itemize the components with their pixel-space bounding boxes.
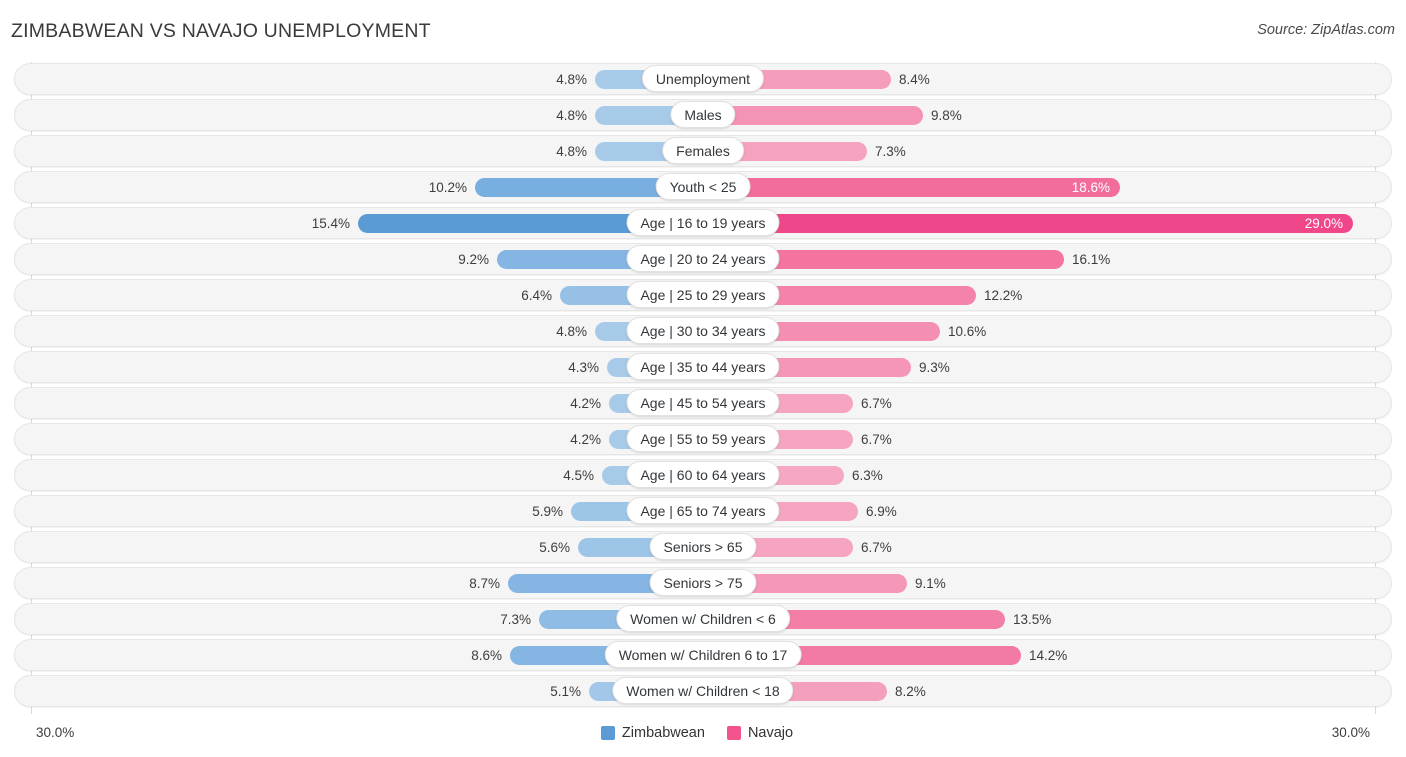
- legend-label: Navajo: [747, 725, 794, 741]
- chart-rows: 4.8% 8.4% Unemployment 4.8% 9.8% Males 4.8% 7.3…: [0, 61, 1406, 709]
- chart-row: 5.9% 6.9% Age | 65 to 74 years: [0, 493, 1406, 529]
- chart-row: 7.3% 13.5% Women w/ Children < 6: [0, 601, 1406, 637]
- value-label-zimbabwean: 7.3%: [500, 612, 531, 627]
- chart-row: 4.8% 7.3% Females: [0, 133, 1406, 169]
- chart-page: ZIMBABWEAN VS NAVAJO UNEMPLOYMENT Source…: [0, 0, 1406, 757]
- row-category-label: Seniors > 75: [649, 569, 757, 596]
- chart-row: 4.8% 10.6% Age | 30 to 34 years: [0, 313, 1406, 349]
- row-category-label: Males: [670, 101, 736, 128]
- legend-item[interactable]: Zimbabwean: [600, 725, 705, 741]
- value-label-navajo: 14.2%: [1029, 648, 1068, 663]
- value-label-zimbabwean: 4.5%: [563, 468, 594, 483]
- row-category-label: Women w/ Children 6 to 17: [604, 641, 802, 668]
- chart-legend: Zimbabwean Navajo: [0, 725, 1406, 741]
- chart-row: 4.2% 6.7% Age | 45 to 54 years: [0, 385, 1406, 421]
- row-category-label: Age | 20 to 24 years: [626, 245, 780, 272]
- value-label-zimbabwean: 8.7%: [469, 576, 500, 591]
- value-label-zimbabwean: 5.9%: [532, 504, 563, 519]
- chart-row: 4.2% 6.7% Age | 55 to 59 years: [0, 421, 1406, 457]
- chart-row: 8.6% 14.2% Women w/ Children 6 to 17: [0, 637, 1406, 673]
- value-label-navajo: 10.6%: [948, 324, 987, 339]
- page-title: ZIMBABWEAN VS NAVAJO UNEMPLOYMENT: [11, 20, 431, 42]
- value-label-navajo: 12.2%: [984, 288, 1023, 303]
- row-category-label: Age | 60 to 64 years: [626, 461, 780, 488]
- row-category-label: Youth < 25: [655, 173, 751, 200]
- row-category-label: Women w/ Children < 18: [612, 677, 794, 704]
- row-category-label: Age | 16 to 19 years: [626, 209, 780, 236]
- chart-footer: 30.0% 30.0% Zimbabwean Navajo: [0, 719, 1406, 757]
- value-label-navajo: 9.8%: [931, 108, 962, 123]
- row-category-label: Seniors > 65: [649, 533, 757, 560]
- row-category-label: Age | 65 to 74 years: [626, 497, 780, 524]
- row-category-label: Age | 35 to 44 years: [626, 353, 780, 380]
- value-label-zimbabwean: 6.4%: [521, 288, 552, 303]
- value-label-navajo: 9.1%: [915, 576, 946, 591]
- value-label-navajo: 8.2%: [895, 684, 926, 699]
- row-category-label: Women w/ Children < 6: [616, 605, 790, 632]
- chart-row: 8.7% 9.1% Seniors > 75: [0, 565, 1406, 601]
- source-attribution: Source: ZipAtlas.com: [1257, 22, 1395, 38]
- value-label-navajo: 18.6%: [1071, 180, 1110, 195]
- legend-swatch-icon: [726, 726, 741, 740]
- value-label-navajo: 9.3%: [919, 360, 950, 375]
- chart-row: 4.8% 8.4% Unemployment: [0, 61, 1406, 97]
- row-category-label: Age | 45 to 54 years: [626, 389, 780, 416]
- value-label-navajo: 6.7%: [861, 396, 892, 411]
- chart-row: 5.6% 6.7% Seniors > 65: [0, 529, 1406, 565]
- value-label-navajo: 6.9%: [866, 504, 897, 519]
- chart-row: 4.3% 9.3% Age | 35 to 44 years: [0, 349, 1406, 385]
- chart-row: 6.4% 12.2% Age | 25 to 29 years: [0, 277, 1406, 313]
- value-label-zimbabwean: 5.1%: [550, 684, 581, 699]
- value-label-zimbabwean: 4.8%: [556, 108, 587, 123]
- value-label-zimbabwean: 4.3%: [568, 360, 599, 375]
- value-label-navajo: 16.1%: [1072, 252, 1111, 267]
- value-label-zimbabwean: 4.8%: [556, 324, 587, 339]
- value-label-zimbabwean: 4.2%: [570, 432, 601, 447]
- bar-navajo: [703, 214, 1353, 233]
- chart-plot-area: 4.8% 8.4% Unemployment 4.8% 9.8% Males 4.8% 7.3…: [0, 57, 1406, 719]
- bar-navajo: [703, 178, 1120, 197]
- value-label-zimbabwean: 5.6%: [539, 540, 570, 555]
- value-label-navajo: 6.7%: [861, 432, 892, 447]
- value-label-navajo: 6.3%: [852, 468, 883, 483]
- value-label-zimbabwean: 8.6%: [471, 648, 502, 663]
- legend-swatch-icon: [600, 726, 615, 740]
- legend-item[interactable]: Navajo: [726, 725, 794, 741]
- bar-navajo: [703, 106, 923, 125]
- value-label-zimbabwean: 9.2%: [458, 252, 489, 267]
- value-label-navajo: 6.7%: [861, 540, 892, 555]
- value-label-zimbabwean: 4.8%: [556, 72, 587, 87]
- value-label-navajo: 7.3%: [875, 144, 906, 159]
- row-category-label: Age | 30 to 34 years: [626, 317, 780, 344]
- chart-row: 9.2% 16.1% Age | 20 to 24 years: [0, 241, 1406, 277]
- row-category-label: Age | 25 to 29 years: [626, 281, 780, 308]
- row-category-label: Unemployment: [641, 65, 765, 92]
- chart-row: 15.4% 29.0% Age | 16 to 19 years: [0, 205, 1406, 241]
- value-label-navajo: 13.5%: [1013, 612, 1052, 627]
- legend-label: Zimbabwean: [621, 725, 705, 741]
- chart-row: 4.5% 6.3% Age | 60 to 64 years: [0, 457, 1406, 493]
- value-label-navajo: 8.4%: [899, 72, 930, 87]
- value-label-zimbabwean: 4.8%: [556, 144, 587, 159]
- value-label-zimbabwean: 4.2%: [570, 396, 601, 411]
- chart-row: 5.1% 8.2% Women w/ Children < 18: [0, 673, 1406, 709]
- value-label-zimbabwean: 15.4%: [311, 216, 350, 231]
- chart-header: ZIMBABWEAN VS NAVAJO UNEMPLOYMENT Source…: [0, 0, 1406, 56]
- chart-row: 4.8% 9.8% Males: [0, 97, 1406, 133]
- value-label-navajo: 29.0%: [1304, 216, 1343, 231]
- row-category-label: Females: [662, 137, 744, 164]
- chart-row: 10.2% 18.6% Youth < 25: [0, 169, 1406, 205]
- row-category-label: Age | 55 to 59 years: [626, 425, 780, 452]
- value-label-zimbabwean: 10.2%: [428, 180, 467, 195]
